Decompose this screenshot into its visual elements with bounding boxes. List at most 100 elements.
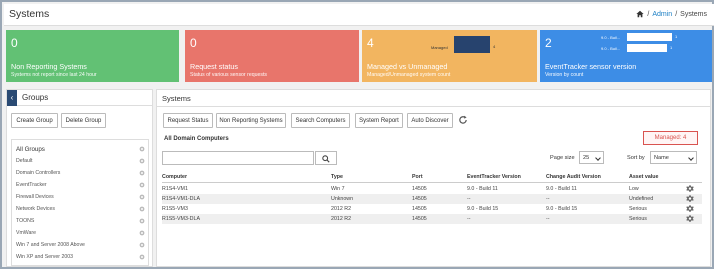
- refresh-icon[interactable]: [458, 115, 468, 125]
- tile-value: 2: [545, 36, 552, 50]
- mini-chart-label: 9.0 - Buil...: [601, 35, 621, 40]
- group-item[interactable]: Win XP and Server 2003: [16, 254, 73, 260]
- search-icon: [322, 155, 330, 163]
- delete-group-button[interactable]: Delete Group: [61, 113, 106, 128]
- cell-computer: R1S5-VM3-DLA: [162, 216, 200, 222]
- mini-chart-bar: [627, 44, 667, 52]
- mini-chart-count: 1: [675, 34, 678, 39]
- group-item[interactable]: Firewall Devices: [16, 194, 54, 200]
- table-row[interactable]: R1S5-VM3 2012 R2 14505 9.0 - Build 15 9.…: [162, 204, 702, 214]
- tile-managed-vs-unmanaged[interactable]: 4 Managed 4 Managed vs Unmanaged Managed…: [362, 30, 537, 82]
- gear-icon[interactable]: [139, 242, 145, 248]
- groups-header: ‹ Groups: [7, 90, 152, 106]
- chevron-left-icon[interactable]: ‹: [7, 90, 17, 106]
- group-item[interactable]: Network Devices: [16, 206, 55, 212]
- gear-icon[interactable]: [139, 194, 145, 200]
- table-row[interactable]: R1S4-VM1-DLA Unknown 14505 -- -- Undefin…: [162, 194, 702, 204]
- column-header-ca-version[interactable]: Change Audit Version: [546, 174, 601, 180]
- gear-icon[interactable]: [139, 254, 145, 260]
- mini-chart-label: Managed: [431, 45, 448, 50]
- column-header-computer[interactable]: Computer: [162, 174, 187, 180]
- gear-icon[interactable]: [686, 185, 694, 193]
- systems-title: Systems: [162, 94, 191, 103]
- create-group-button[interactable]: Create Group: [11, 113, 58, 128]
- summary-tiles: 0 Non Reporting Systems Systems not repo…: [6, 30, 712, 82]
- system-report-button[interactable]: System Report: [355, 113, 403, 128]
- tile-request-status[interactable]: 0 Request status Status of various senso…: [185, 30, 359, 82]
- page-header: Systems / Admin / Systems: [4, 4, 714, 26]
- search-button[interactable]: [315, 151, 337, 165]
- group-item[interactable]: Default: [16, 158, 32, 164]
- breadcrumb-admin[interactable]: Admin: [652, 11, 672, 18]
- non-reporting-systems-button[interactable]: Non Reporting Systems: [216, 113, 286, 128]
- mini-chart-marker: 4: [493, 44, 496, 49]
- sort-by-select[interactable]: Name: [650, 151, 697, 164]
- cell-port: 14505: [412, 196, 427, 202]
- group-item[interactable]: TOONS: [16, 218, 34, 224]
- home-icon[interactable]: [636, 10, 645, 18]
- tile-name: Request status: [190, 62, 238, 71]
- page-title: Systems: [9, 8, 50, 20]
- sort-by-value: Name: [654, 155, 669, 161]
- page-size-select[interactable]: 25: [579, 151, 604, 164]
- tile-value: 4: [367, 36, 374, 50]
- gear-icon[interactable]: [139, 218, 145, 224]
- cell-computer: R1S5-VM3: [162, 206, 188, 212]
- cell-ca-version: --: [546, 216, 550, 222]
- cell-computer: R1S4-VM1-DLA: [162, 196, 200, 202]
- tile-name: Non Reporting Systems: [11, 62, 87, 71]
- gear-icon[interactable]: [139, 170, 145, 176]
- cell-asset-value: Low: [629, 186, 639, 192]
- group-item[interactable]: VmWare: [16, 230, 36, 236]
- gear-icon[interactable]: [139, 230, 145, 236]
- column-header-type[interactable]: Type: [331, 174, 343, 180]
- tile-subtitle: Status of various sensor requests: [190, 72, 267, 78]
- search-computers-button[interactable]: Search Computers: [291, 113, 350, 128]
- gear-icon[interactable]: [139, 206, 145, 212]
- chevron-down-icon: [688, 155, 694, 161]
- cell-port: 14505: [412, 206, 427, 212]
- cell-et-version: 9.0 - Build 11: [467, 186, 498, 192]
- cell-ca-version: --: [546, 196, 550, 202]
- request-status-button[interactable]: Request Status: [163, 113, 213, 128]
- cell-computer: R1S4-VM1: [162, 186, 188, 192]
- groups-title: Groups: [22, 93, 49, 102]
- sort-by-label: Sort by: [627, 155, 645, 161]
- group-item-all-groups[interactable]: All Groups: [16, 146, 45, 153]
- search-input[interactable]: [162, 151, 314, 165]
- cell-et-version: 9.0 - Build 15: [467, 206, 499, 212]
- column-header-asset-value[interactable]: Asset value: [629, 174, 658, 180]
- mini-chart-count: 1: [670, 45, 673, 50]
- group-item[interactable]: EventTracker: [16, 182, 47, 188]
- groups-panel: ‹ Groups Create Group Delete Group All G…: [6, 89, 153, 267]
- managed-count-badge[interactable]: Managed: 4: [643, 131, 698, 145]
- cell-asset-value: Undefined: [629, 196, 654, 202]
- mini-chart-bar: [627, 33, 672, 41]
- gear-icon[interactable]: [686, 215, 694, 223]
- section-title: All Domain Computers: [164, 136, 229, 142]
- gear-icon[interactable]: [139, 158, 145, 164]
- table-row[interactable]: R1S4-VM1 Win 7 14505 9.0 - Build 11 9.0 …: [162, 184, 702, 194]
- mini-chart-label: 9.0 - Buil...: [601, 46, 621, 51]
- cell-type: 2012 R2: [331, 216, 352, 222]
- auto-discover-button[interactable]: Auto Discover: [407, 113, 453, 128]
- table-row[interactable]: R1S5-VM3-DLA 2012 R2 14505 -- -- Serious: [162, 214, 702, 224]
- cell-type: Unknown: [331, 196, 354, 202]
- tile-subtitle: Version by count: [545, 72, 584, 78]
- page-size-value: 25: [583, 155, 590, 161]
- gear-icon[interactable]: [686, 195, 694, 203]
- group-item[interactable]: Win 7 and Server 2008 Above: [16, 242, 85, 248]
- column-header-et-version[interactable]: EventTracker Version: [467, 174, 521, 180]
- gear-icon[interactable]: [139, 146, 145, 152]
- breadcrumb: / Admin / Systems: [636, 10, 707, 18]
- gear-icon[interactable]: [139, 182, 145, 188]
- tile-non-reporting[interactable]: 0 Non Reporting Systems Systems not repo…: [6, 30, 179, 82]
- gear-icon[interactable]: [686, 205, 694, 213]
- cell-ca-version: 9.0 - Build 15: [546, 206, 578, 212]
- cell-port: 14505: [412, 216, 427, 222]
- group-item[interactable]: Domain Controllers: [16, 170, 60, 176]
- column-header-port[interactable]: Port: [412, 174, 423, 180]
- tile-sensor-version[interactable]: 2 9.0 - Buil... 1 9.0 - Buil... 1 EventT…: [540, 30, 712, 82]
- systems-panel: Systems Request Status Non Reporting Sys…: [156, 89, 711, 267]
- tile-subtitle: Systems not report since last 24 hour: [11, 72, 97, 78]
